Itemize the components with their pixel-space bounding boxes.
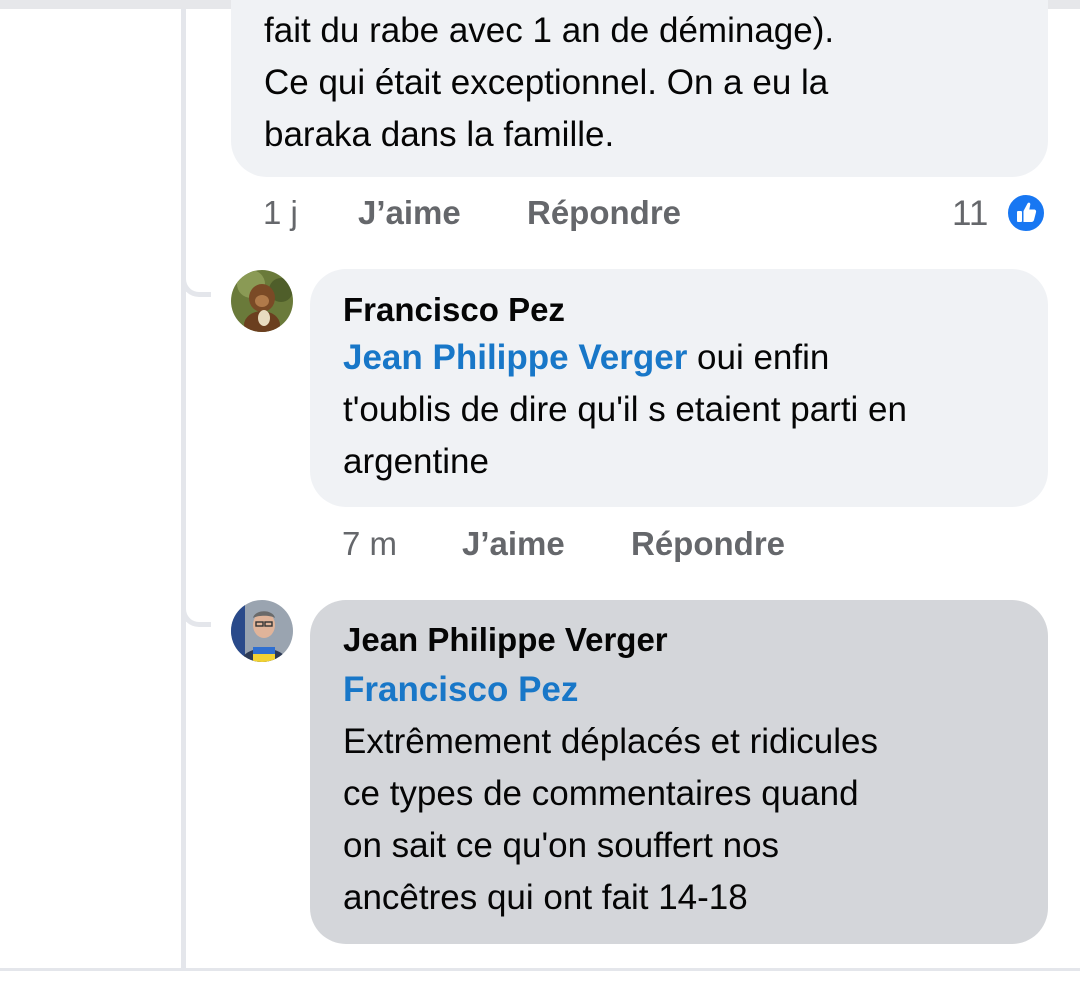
reply-bubble-jean-philippe: Jean Philippe Verger Francisco Pez Extrê… [310,600,1048,944]
avatar-jean-philippe-verger[interactable] [231,600,293,662]
reply-text: Extrêmement déplacés et ridicules ce typ… [343,722,878,917]
comment-actions-previous: 1 j J’aime Répondre [263,194,723,236]
comment-author[interactable]: Francisco Pez [343,288,1048,332]
mention-link[interactable]: Francisco Pez [343,664,1048,716]
like-button[interactable]: J’aime [358,194,461,232]
comment-text: fait du rabe avec 1 an de déminage). Ce … [264,11,835,154]
comment-bubble-previous: fait du rabe avec 1 an de déminage). Ce … [231,0,1048,177]
like-thumb-icon[interactable] [1005,192,1047,234]
reply-button[interactable]: Répondre [631,525,785,563]
mention-link[interactable]: Jean Philippe Verger [343,338,687,377]
reply-button[interactable]: Répondre [527,194,681,232]
avatar-francisco-pez[interactable] [231,270,293,332]
like-button[interactable]: J’aime [462,525,565,563]
reply-bubble-francisco: Francisco Pez Jean Philippe Verger oui e… [310,269,1048,507]
reply-actions-francisco: 7 m J’aime Répondre [342,525,822,567]
comment-timestamp[interactable]: 1 j [263,194,298,232]
reply-text: Jean Philippe Verger oui enfin [343,332,1048,384]
reply-text-rest: t'oublis de dire qu'il s etaient parti e… [343,390,907,481]
thread-line [181,9,186,968]
reply-timestamp[interactable]: 7 m [342,525,397,563]
reaction-count[interactable]: 11 [952,194,988,234]
reply-text-inline: oui enfin [687,338,830,377]
comment-author[interactable]: Jean Philippe Verger [343,618,1048,662]
